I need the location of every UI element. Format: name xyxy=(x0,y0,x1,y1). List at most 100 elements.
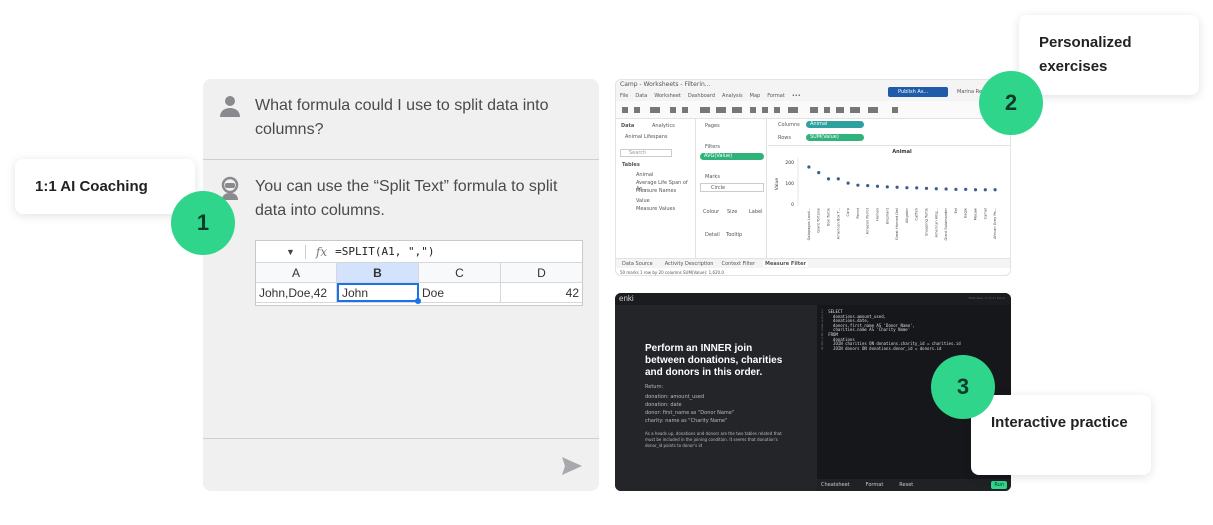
menu-dashboard[interactable]: Dashboard xyxy=(688,93,715,99)
cell-c1[interactable]: Doe xyxy=(419,283,501,302)
rows-pill[interactable]: SUM(Value) xyxy=(806,134,864,141)
instructions-pane: Perform an INNER join between donations,… xyxy=(615,305,817,491)
data-point xyxy=(836,177,840,181)
cell-b1-selected[interactable]: John xyxy=(337,283,421,304)
cell-d1[interactable]: 42 xyxy=(501,283,582,302)
x-tick-label: Eagle xyxy=(964,207,968,218)
data-point xyxy=(944,187,948,191)
x-tick-label: Macaw xyxy=(974,208,978,220)
send-icon[interactable] xyxy=(561,456,583,476)
y-tick-label: 100 xyxy=(785,181,794,187)
scatter-chart: Animal Value 0 100 200 Galapagos Land... Giant… xyxy=(774,149,997,240)
column-header-a[interactable]: A xyxy=(256,263,337,282)
pages-shelf[interactable]: Pages xyxy=(705,123,720,129)
publish-label: Publish As... xyxy=(898,89,929,95)
column-header-b[interactable]: B xyxy=(337,263,419,282)
hint-text: As a heads up, donations and donors are … xyxy=(645,431,782,448)
menu-data[interactable]: Data xyxy=(635,93,647,99)
tab-data[interactable]: Data xyxy=(621,123,634,129)
tab-analytics[interactable]: Analytics xyxy=(652,123,675,129)
data-point xyxy=(856,183,860,187)
column-header-c[interactable]: C xyxy=(419,263,501,282)
progress-breadcrumb: Exercises / 1 of 3 / Done xyxy=(968,296,1005,300)
dropdown-icon: ▼ xyxy=(286,246,295,257)
data-point xyxy=(846,181,850,185)
cell-a1[interactable]: John,Doe,42 xyxy=(256,283,337,302)
x-tick-label: African Grey Pa... xyxy=(993,208,997,239)
rows-pill-label: SUM(Value) xyxy=(810,134,839,140)
shelves: Columns Animal Rows SUM(Value) xyxy=(768,119,1010,146)
cards-pane: Pages Filters AVG(Value) Marks Circle Co… xyxy=(697,119,767,258)
filters-shelf[interactable]: Filters xyxy=(705,144,720,150)
mark-type-dropdown[interactable]: Circle xyxy=(700,183,764,192)
menu-analysis[interactable]: Analysis xyxy=(722,93,743,99)
data-point xyxy=(964,187,968,191)
field-measure-values[interactable]: Measure Values xyxy=(636,206,675,212)
run-button[interactable]: Run xyxy=(991,481,1007,489)
y-axis-label: Value xyxy=(774,178,780,191)
data-point xyxy=(885,185,889,189)
menu-more[interactable]: ••• xyxy=(792,93,801,99)
menu-format[interactable]: Format xyxy=(767,93,785,99)
format-button[interactable]: Format xyxy=(866,482,884,488)
menu-bar: File Data Worksheet Dashboard Analysis M… xyxy=(616,90,1010,101)
publish-button[interactable]: Publish As... xyxy=(888,87,948,97)
x-tick-label: Giant Salamander xyxy=(944,207,948,240)
data-source-name[interactable]: Animal Lifespans xyxy=(625,134,668,140)
filter-pill[interactable]: AVG(Value) xyxy=(700,153,764,160)
toolbar-icons[interactable] xyxy=(616,101,996,119)
ai-answer: You can use the “Split Text” formula to … xyxy=(255,178,558,219)
data-point xyxy=(983,188,987,192)
data-point xyxy=(954,187,958,191)
detail-button[interactable]: Detail xyxy=(705,232,720,238)
x-tick-label: Elephant xyxy=(885,207,889,224)
column-header-d[interactable]: D xyxy=(501,263,582,282)
size-button[interactable]: Size xyxy=(727,209,737,215)
spreadsheet-preview: ▼ fx =SPLIT(A1, ",") A B C D John,Doe,42… xyxy=(255,240,583,306)
tooltip-button[interactable]: Tooltip xyxy=(726,232,742,238)
data-point xyxy=(934,187,938,191)
search-placeholder: Search xyxy=(629,150,647,156)
data-point xyxy=(915,186,919,190)
tab-context-filter[interactable]: Context Filter xyxy=(721,261,755,267)
bullet-2: donation: date xyxy=(645,402,682,408)
reset-button[interactable]: Reset xyxy=(899,482,913,488)
label-button[interactable]: Label xyxy=(749,209,763,215)
x-tick-label: Carp xyxy=(846,207,850,216)
code-text: charities.name AS 'Charity Name' xyxy=(828,327,911,333)
data-point xyxy=(905,186,909,190)
menu-map[interactable]: Map xyxy=(750,93,761,99)
tab-activity-description[interactable]: Activity Description xyxy=(665,261,714,267)
menu-worksheet[interactable]: Worksheet xyxy=(654,93,681,99)
cheatsheet-button[interactable]: Cheatsheet xyxy=(821,482,850,488)
tab-data-source[interactable]: Data Source xyxy=(622,261,653,267)
menu-file[interactable]: File xyxy=(620,93,628,99)
formula-separator xyxy=(304,244,306,259)
columns-pill[interactable]: Animal xyxy=(806,121,864,128)
colour-button[interactable]: Colour xyxy=(703,209,719,215)
filter-pill-label: AVG(Value) xyxy=(704,153,733,159)
badge-two: 2 xyxy=(979,71,1043,135)
data-point xyxy=(807,165,811,169)
x-tick-label: Amazon Parrot xyxy=(866,207,870,234)
rows-shelf-label: Rows xyxy=(778,135,792,141)
y-tick-label: 0 xyxy=(791,202,794,208)
code-line[interactable]: 9 JOIN donors ON donations.donor_id = do… xyxy=(821,346,961,352)
exercise-heading: Perform an INNER join between donations,… xyxy=(645,343,783,378)
field-value[interactable]: Value xyxy=(636,198,650,204)
editor-footer: Cheatsheet Format Reset Run xyxy=(817,479,1011,491)
data-point xyxy=(826,177,831,181)
input-divider xyxy=(203,438,599,439)
field-animal[interactable]: Animal xyxy=(636,172,653,178)
tables-heading: Tables xyxy=(622,162,640,168)
x-tick-label: Eel xyxy=(954,208,958,213)
search-field[interactable]: Search xyxy=(620,149,672,157)
field-measure-names[interactable]: Measure Names xyxy=(636,188,676,194)
title-bar: Camp - Worksheets - Filterin... xyxy=(616,80,1010,90)
tab-measure-filter[interactable]: Measure Filter xyxy=(763,260,808,267)
y-tick-label: 200 xyxy=(785,160,794,166)
fill-handle[interactable] xyxy=(415,298,421,304)
formula-text[interactable]: =SPLIT(A1, ",") xyxy=(335,245,434,258)
x-tick-label: Parrot xyxy=(856,207,860,218)
bullet-4: charity: name as "Charity Name" xyxy=(645,418,728,424)
